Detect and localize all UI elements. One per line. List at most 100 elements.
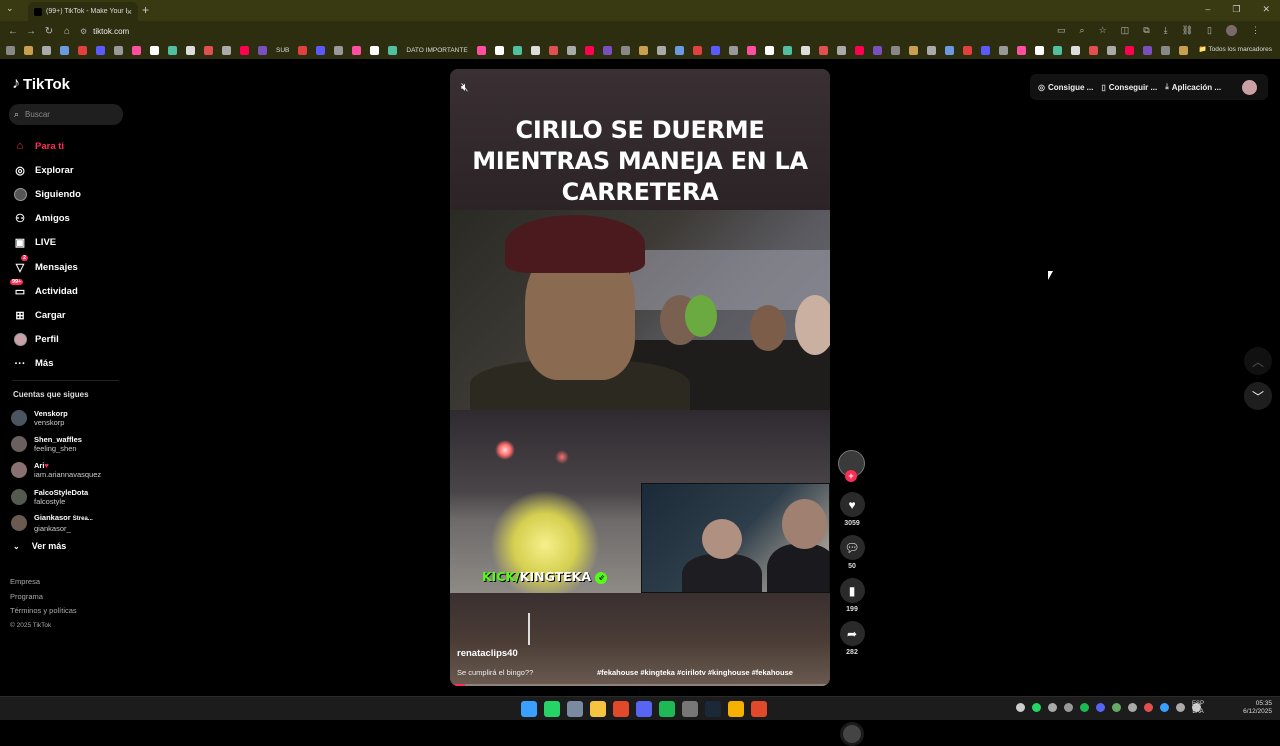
bookmark-favicon-icon[interactable] [854,45,864,55]
bookmark-favicon-icon[interactable] [352,45,362,55]
taskbar-app-icon[interactable] [659,701,675,717]
following-account[interactable]: Ari♥ iam.ariannavasquez [11,457,129,483]
taskbar-app-icon[interactable] [567,701,583,717]
nav-item-amigos[interactable]: ⚇ Amigos [12,207,127,231]
save-button[interactable]: ▮ 199 [837,578,867,613]
sidepanel-icon[interactable]: ▯ [1207,25,1212,36]
bookmark-favicon-icon[interactable] [530,45,540,55]
bookmark-favicon-icon[interactable] [926,45,936,55]
bookmark-favicon-icon[interactable] [240,45,249,55]
bookmark-favicon-icon[interactable] [476,45,486,55]
music-disc-icon[interactable] [840,722,864,746]
next-video-button[interactable]: ﹀ [1244,382,1272,410]
site-info-icon[interactable]: ⚙ [80,27,87,36]
follow-plus-icon[interactable]: + [845,470,857,482]
address-bar[interactable]: ⚙ tiktok.com [80,24,1040,39]
bookmark-favicon-icon[interactable] [186,45,195,55]
tray-icon[interactable] [1016,703,1025,712]
previous-video-button[interactable]: ︿ [1244,347,1272,375]
bookmark-favicon-icon[interactable] [656,45,666,55]
bookmark-favicon-icon[interactable] [512,45,522,55]
clock[interactable]: 05:35 6/12/2025 [1240,700,1272,716]
close-window-icon[interactable]: ✕ [1262,4,1270,15]
bookmark-favicon-icon[interactable] [944,45,954,55]
bookmark-favicon-icon[interactable] [548,45,558,55]
back-icon[interactable]: ← [8,26,18,37]
bookmark-favicon-icon[interactable] [1124,45,1134,55]
nav-item-explorar[interactable]: ◎ Explorar [12,158,127,182]
nav-item-mas[interactable]: ··· Más [12,352,127,376]
like-button[interactable]: ♥ 3059 [837,492,867,527]
following-account[interactable]: Giankasor Strea... giankasor_ [11,510,129,536]
browser-profile-avatar[interactable] [1226,25,1237,36]
nav-item-perfil[interactable]: Perfil [12,328,127,352]
video-player[interactable]: 🔇︎ CIRILO SE DUERME MIENTRAS MANEJA EN L… [450,69,830,686]
bookmark-favicon-icon[interactable] [1016,45,1026,55]
bookmark-dato-importante[interactable]: DATO IMPORTANTE [406,47,467,54]
bookmark-favicon-icon[interactable] [746,45,756,55]
bookmark-favicon-icon[interactable] [782,45,792,55]
bookmark-favicon-icon[interactable] [150,45,159,55]
taskbar-app-icon[interactable] [728,701,744,717]
bookmark-favicon-icon[interactable] [962,45,972,55]
browser-tab[interactable]: (99+) TikTok - Make Your Day × [28,2,138,21]
taskbar-app-icon[interactable] [521,701,537,717]
bookmark-favicon-icon[interactable] [1178,45,1188,55]
bookmark-favicon-icon[interactable] [1034,45,1044,55]
bookmark-favicon-icon[interactable] [980,45,990,55]
language-indicator[interactable]: ESP LAA [1192,700,1204,716]
see-more-button[interactable]: ⌄ Ver más [13,541,66,551]
bookmark-favicon-icon[interactable] [42,45,51,55]
bookmark-favicon-icon[interactable] [584,45,594,55]
bookmark-star-icon[interactable]: ☆ [1099,25,1107,36]
new-tab-icon[interactable]: + [142,3,149,17]
browser-menu-icon[interactable]: ⋮ [1251,25,1260,36]
mute-icon[interactable]: 🔇︎ [461,80,469,95]
bookmark-favicon-icon[interactable] [258,45,267,55]
bookmark-favicon-icon[interactable] [836,45,846,55]
reload-icon[interactable]: ↻ [44,26,54,37]
bookmark-favicon-icon[interactable] [334,45,344,55]
bookmark-favicon-icon[interactable] [998,45,1008,55]
nav-item-cargar[interactable]: ⊞ Cargar [12,303,127,327]
bookmark-favicon-icon[interactable] [370,45,380,55]
following-account[interactable]: Venskorp venskorp [11,405,129,431]
link-icon[interactable]: ⛓ [1182,25,1193,36]
nav-item-mensajes[interactable]: ▽ 2 Mensajes [12,254,127,279]
bookmark-favicon-icon[interactable] [710,45,720,55]
taskbar-app-icon[interactable] [751,701,767,717]
bookmark-favicon-icon[interactable] [132,45,141,55]
following-account[interactable]: Shen_waffles feeling_shen [11,431,129,457]
download-app-button[interactable]: ⤓ Aplicación ... [1165,82,1221,92]
nav-item-para-ti[interactable]: ⌂ Para ti [12,134,127,158]
all-bookmarks-folder[interactable]: 📁 Todos los marcadores [1194,45,1272,53]
share-button[interactable]: ➦ 282 [837,621,867,656]
tray-icon[interactable] [1096,703,1105,712]
tiktok-logo[interactable]: ♪ TikTok [12,75,70,93]
bookmark-sub[interactable]: SUB [276,47,289,54]
tray-icon[interactable] [1080,703,1089,712]
cast-icon[interactable]: ▭ [1057,25,1066,36]
bookmark-favicon-icon[interactable] [24,45,33,55]
get-app-button[interactable]: ▯ Conseguir ... [1101,83,1157,92]
bookmark-favicon-icon[interactable] [222,45,231,55]
extension-icon[interactable]: ◫ [1121,25,1130,36]
bookmark-favicon-icon[interactable] [1142,45,1152,55]
bookmark-favicon-icon[interactable] [908,45,918,55]
zoom-icon[interactable]: ⌕ [1080,25,1085,36]
following-account[interactable]: FalcoStyleDota falcostyle [11,484,129,510]
bookmark-favicon-icon[interactable] [638,45,648,55]
comment-button[interactable]: 💬︎ 50 [837,535,867,570]
bookmark-favicon-icon[interactable] [114,45,123,55]
nav-item-live[interactable]: ▣ LIVE [12,231,127,255]
video-progress-bar[interactable] [450,684,830,686]
bookmark-favicon-icon[interactable] [96,45,105,55]
taskbar-app-icon[interactable] [544,701,560,717]
tray-icon[interactable] [1032,703,1041,712]
bookmark-favicon-icon[interactable] [168,45,177,55]
nav-item-siguiendo[interactable]: Siguiendo [12,182,127,206]
bookmark-favicon-icon[interactable] [818,45,828,55]
taskbar-app-icon[interactable] [682,701,698,717]
bookmark-favicon-icon[interactable] [800,45,810,55]
tray-icon[interactable] [1112,703,1121,712]
